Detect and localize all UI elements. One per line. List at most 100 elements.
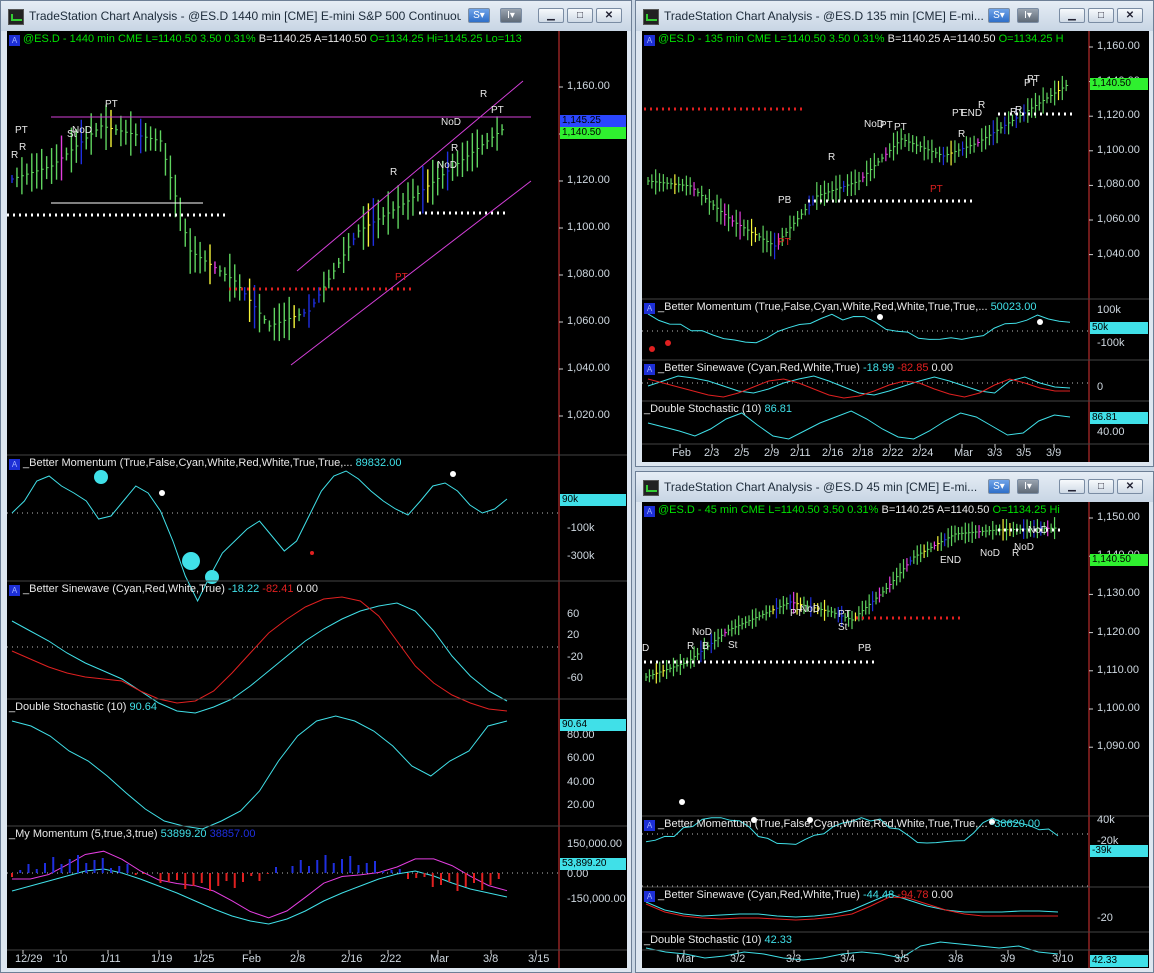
minimize-button[interactable]: ▁ — [538, 8, 564, 23]
quote-chg: 3.50 — [200, 33, 222, 45]
chart-window-135min[interactable]: TradeStation Chart Analysis - @ES.D 135 … — [635, 0, 1154, 467]
price-label: 1,080.00 — [1097, 178, 1140, 191]
symbol-link-button[interactable]: S▾ — [988, 8, 1010, 23]
price-bars — [11, 104, 505, 342]
date-label: 2/22 — [380, 953, 402, 965]
quote-pct: 0.31% — [224, 33, 256, 45]
price-tag: 1,140.50 — [1090, 554, 1148, 566]
study-icon[interactable]: A — [9, 585, 20, 596]
study-icon[interactable]: A — [644, 364, 655, 375]
bar-annotation: PB — [778, 195, 792, 206]
chart-window-daily[interactable]: TradeStation Chart Analysis - @ES.D 1440… — [0, 0, 632, 973]
indicator-label: _Double Stochastic (10) 42.33 — [644, 934, 792, 947]
date-label: 2/24 — [912, 447, 934, 459]
quote-bid: B=1140.25 — [258, 33, 312, 45]
bar-annotation: R — [1012, 548, 1020, 559]
interval-link-button[interactable]: I▾ — [500, 8, 522, 23]
study-icon[interactable]: A — [644, 820, 655, 831]
date-label: 2/3 — [704, 447, 720, 459]
signal-dot — [877, 314, 883, 320]
bar-annotation: NoD — [800, 604, 821, 615]
chart-app-icon — [643, 480, 659, 496]
bar-annotation: St — [728, 640, 738, 651]
interval-link-button[interactable]: I▾ — [1017, 479, 1039, 494]
chart-area[interactable]: A @ES.D - 45 min CME L=1140.50 3.50 0.31%… — [642, 502, 1149, 968]
bar-annotation: NoD — [980, 548, 1001, 559]
bar-annotation: R — [451, 143, 459, 154]
quote-last: L=1140.50 — [774, 33, 826, 45]
study-icon[interactable]: A — [644, 303, 655, 314]
signal-dot — [649, 346, 655, 352]
indicator-value: -18.99 — [863, 362, 895, 374]
title-bar[interactable]: TradeStation Chart Analysis - @ES.D 45 m… — [636, 472, 1153, 502]
study-icon[interactable]: A — [9, 35, 20, 46]
indicator-scale-label: 150,000.00 — [567, 838, 623, 850]
signal-dot — [182, 552, 200, 570]
study-icon[interactable]: A — [644, 506, 655, 517]
quote-last: L=1140.50 — [768, 504, 820, 516]
date-label: 3/15 — [528, 953, 550, 965]
indicator-tag: 90.64 — [560, 719, 626, 731]
momentum-line — [647, 313, 1071, 344]
indicator-value: 0.00 — [931, 362, 953, 374]
study-icon[interactable]: A — [9, 459, 20, 470]
price-label: 1,090.00 — [1097, 740, 1140, 753]
quote-symbol: @ES.D - 1440 min — [23, 33, 115, 45]
study-icon[interactable]: A — [644, 35, 655, 46]
sinewave-line — [11, 602, 508, 714]
close-button[interactable]: ✕ — [1117, 8, 1143, 23]
indicator-value: 38857.00 — [209, 828, 256, 840]
maximize-button[interactable]: □ — [567, 8, 593, 23]
price-label: 1,080.00 — [567, 268, 610, 280]
indicator-label: _Double Stochastic (10) 90.64 — [9, 701, 157, 714]
signal-dot — [679, 799, 685, 805]
signal-dot — [1037, 319, 1043, 325]
bar-annotation: R — [1010, 107, 1018, 118]
study-icon[interactable]: A — [644, 891, 655, 902]
quote-last: L=1140.50 — [145, 33, 197, 45]
date-label: 2/18 — [852, 447, 874, 459]
indicator-name: _My Momentum (5,true,3,true) — [9, 828, 158, 840]
close-button[interactable]: ✕ — [596, 8, 622, 23]
minimize-button[interactable]: ▁ — [1059, 479, 1085, 494]
chart-window-45min[interactable]: TradeStation Chart Analysis - @ES.D 45 m… — [635, 471, 1154, 973]
bar-annotation: PB — [858, 643, 872, 654]
title-bar[interactable]: TradeStation Chart Analysis - @ES.D 135 … — [636, 1, 1153, 31]
indicator-name: _Better Momentum (True,False,Cyan,White,… — [658, 818, 988, 830]
maximize-button[interactable]: □ — [1088, 479, 1114, 494]
quote-exchange: CME — [746, 33, 772, 45]
symbol-link-button[interactable]: S▾ — [988, 479, 1010, 494]
date-label: 3/9 — [1046, 447, 1062, 459]
indicator-value: -38620.00 — [990, 818, 1041, 830]
indicator-tag: 42.33 — [1090, 955, 1148, 967]
bar-annotation: R — [11, 150, 19, 161]
price-label: 1,130.00 — [1097, 587, 1140, 600]
indicator-scale-label: 40.00 — [1097, 426, 1125, 438]
date-label: 1/19 — [151, 953, 173, 965]
indicator-name: _Better Sinewave (Cyan,Red,White,True) — [658, 362, 860, 374]
indicator-value: -82.41 — [262, 583, 294, 595]
title-bar[interactable]: TradeStation Chart Analysis - @ES.D 1440… — [1, 1, 631, 31]
trendline — [296, 80, 524, 272]
signal-dot — [205, 570, 219, 584]
quote-symbol: @ES.D - 135 min — [658, 33, 744, 45]
chart-area[interactable]: A @ES.D - 135 min CME L=1140.50 3.50 0.31… — [642, 31, 1149, 462]
date-label: Mar — [430, 953, 449, 965]
chart-area[interactable]: A @ES.D - 1440 min CME L=1140.50 3.50 0.3… — [7, 31, 627, 968]
date-label: Feb — [672, 447, 691, 459]
bar-annotation: END — [940, 555, 962, 566]
maximize-button[interactable]: □ — [1088, 8, 1114, 23]
indicator-name: _Better Momentum (True,False,Cyan,White,… — [658, 301, 988, 313]
indicator-label: _Double Stochastic (10) 86.81 — [644, 403, 792, 416]
interval-link-button[interactable]: I▾ — [1017, 8, 1039, 23]
symbol-link-button[interactable]: S▾ — [468, 8, 490, 23]
bar-annotation: NoD — [72, 125, 93, 136]
bar-annotation: R — [978, 100, 986, 111]
bar-annotation: PT — [395, 272, 408, 283]
price-bars — [647, 75, 1069, 260]
indicator-scale-label: -20 — [567, 651, 583, 663]
minimize-button[interactable]: ▁ — [1059, 8, 1085, 23]
close-button[interactable]: ✕ — [1117, 479, 1143, 494]
bar-annotation: NoD — [692, 627, 713, 638]
price-label: 1,060.00 — [567, 315, 610, 327]
